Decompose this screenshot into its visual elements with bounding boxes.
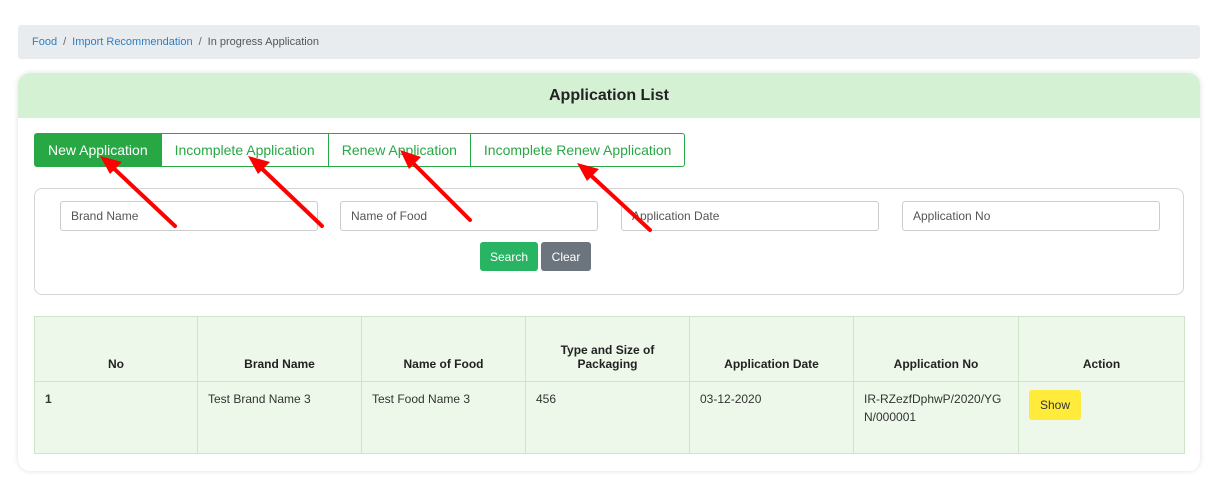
application-tabs: New Application Incomplete Application R…: [34, 133, 686, 167]
column-header-packaging: Type and Size of Packaging: [525, 316, 690, 382]
food-name-input[interactable]: [340, 201, 598, 231]
show-button[interactable]: Show: [1029, 390, 1082, 420]
breadcrumb-link-food[interactable]: Food: [32, 36, 57, 48]
column-header-action: Action: [1018, 316, 1185, 382]
breadcrumb-link-import-recommendation[interactable]: Import Recommendation: [72, 36, 192, 48]
breadcrumb-separator: /: [63, 36, 67, 48]
card-title: Application List: [18, 73, 1200, 118]
table-row: 1 Test Brand Name 3 Test Food Name 3 456…: [34, 381, 1185, 454]
table-header-row: No Brand Name Name of Food Type and Size…: [34, 316, 1185, 382]
tab-incomplete-application[interactable]: Incomplete Application: [160, 133, 329, 167]
search-button[interactable]: Search: [480, 242, 538, 271]
column-header-application-date: Application Date: [689, 316, 854, 382]
tab-new-application[interactable]: New Application: [34, 133, 162, 167]
cell-name-of-food: Test Food Name 3: [361, 381, 526, 454]
cell-no: 1: [34, 381, 198, 454]
cell-packaging: 456: [525, 381, 690, 454]
column-header-brand-name: Brand Name: [197, 316, 362, 382]
cell-application-date: 03-12-2020: [689, 381, 854, 454]
breadcrumb-separator: /: [198, 36, 202, 48]
application-table: No Brand Name Name of Food Type and Size…: [34, 316, 1185, 454]
brand-name-input[interactable]: [60, 201, 318, 231]
column-header-name-of-food: Name of Food: [361, 316, 526, 382]
breadcrumb: Food / Import Recommendation / In progre…: [18, 25, 1200, 59]
breadcrumb-current: In progress Application: [207, 36, 319, 48]
application-no-input[interactable]: [902, 201, 1160, 231]
cell-brand-name: Test Brand Name 3: [197, 381, 362, 454]
column-header-no: No: [34, 316, 198, 382]
cell-action: Show: [1018, 381, 1185, 454]
application-list-card: Application List New Application Incompl…: [18, 73, 1200, 471]
tab-incomplete-renew-application[interactable]: Incomplete Renew Application: [469, 133, 686, 167]
search-panel: Search Clear: [34, 188, 1184, 295]
application-date-input[interactable]: [621, 201, 879, 231]
cell-application-no: IR-RZezfDphwP/2020/YGN/000001: [853, 381, 1019, 454]
column-header-application-no: Application No: [853, 316, 1019, 382]
tab-renew-application[interactable]: Renew Application: [327, 133, 471, 167]
clear-button[interactable]: Clear: [541, 242, 591, 271]
